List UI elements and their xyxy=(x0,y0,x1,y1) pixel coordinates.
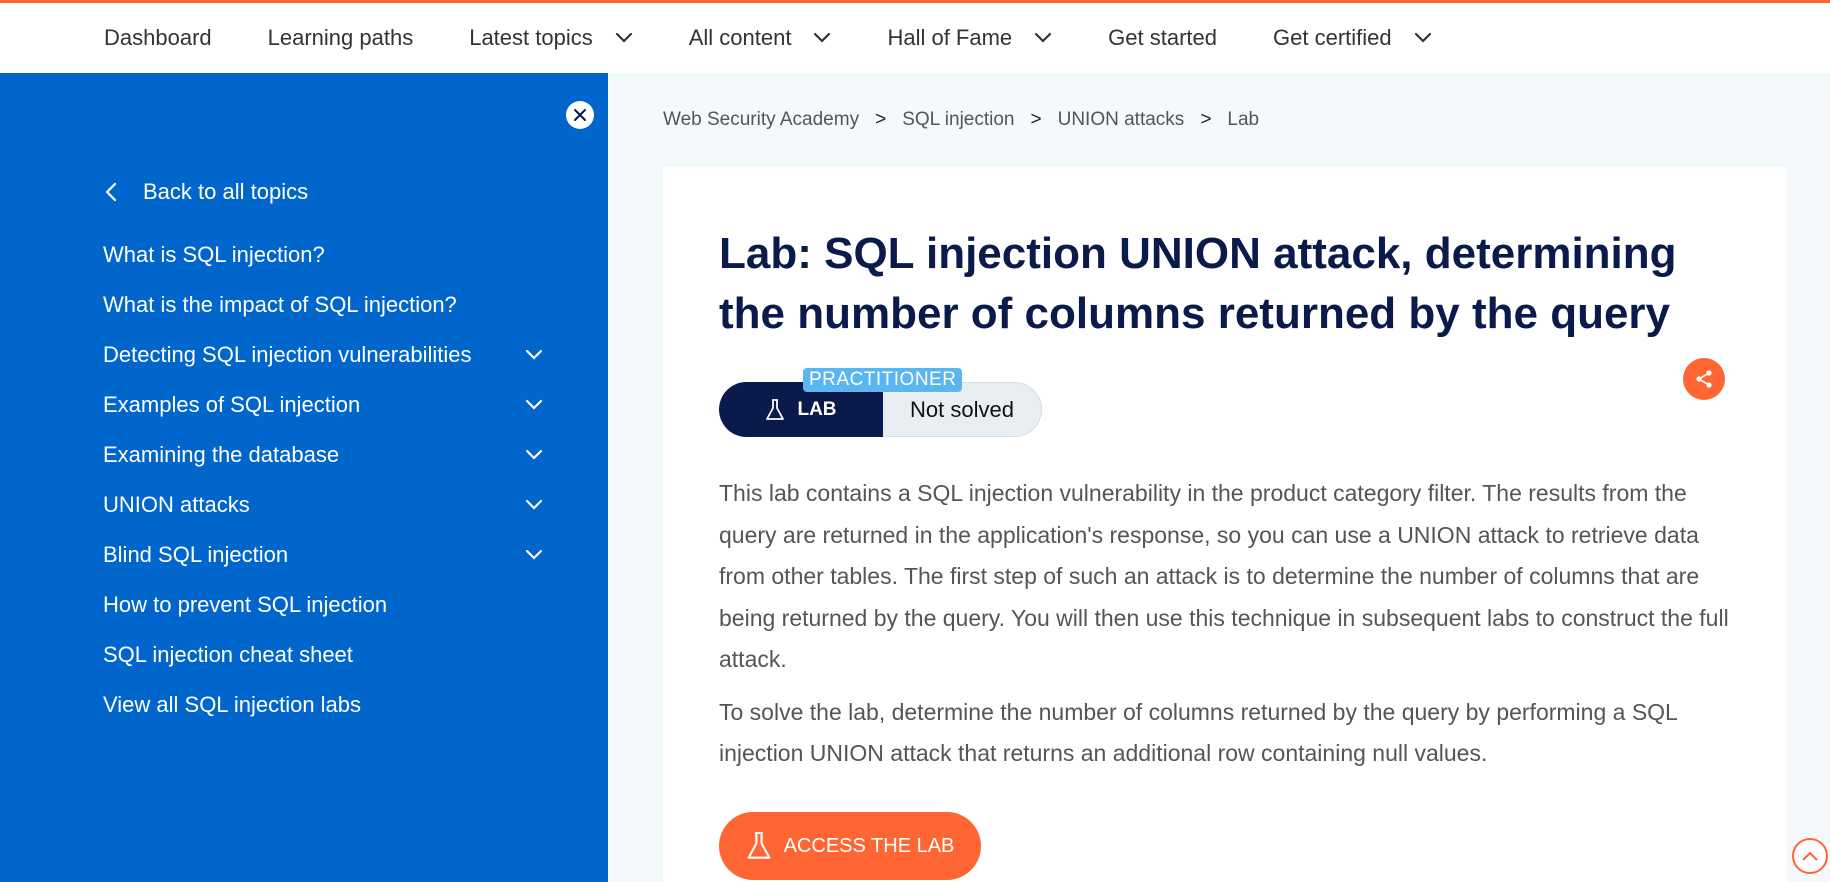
chevron-left-icon xyxy=(105,182,117,202)
share-button[interactable] xyxy=(1683,358,1725,400)
nav-item-label: Hall of Fame xyxy=(887,25,1013,50)
nav-item-get-certified[interactable]: Get certified xyxy=(1273,25,1432,51)
page-title: Lab: SQL injection UNION attack, determi… xyxy=(719,229,1677,338)
breadcrumb: Web Security Academy > SQL injection > UNION… xyxy=(663,109,1259,131)
scroll-to-top-button[interactable] xyxy=(1792,838,1828,874)
nav-item-hall-of-fame[interactable]: Hall of Fame xyxy=(887,25,1052,51)
lab-badge-label: LAB xyxy=(797,398,837,420)
description-paragraph: This lab contains a SQL injection vulner… xyxy=(719,480,1729,672)
chevron-down-icon xyxy=(525,349,543,360)
breadcrumb-item[interactable]: UNION attacks xyxy=(1058,109,1185,131)
sidebar-item-label: What is SQL injection? xyxy=(103,242,325,267)
sidebar-item-label: SQL injection cheat sheet xyxy=(103,642,353,667)
sidebar-item-view-all-sql-injection-labs[interactable]: View all SQL injection labs xyxy=(103,680,543,730)
sidebar-item-examining-the-database[interactable]: Examining the database xyxy=(103,430,543,480)
nav-item-all-content[interactable]: All content xyxy=(689,25,832,51)
access-lab-button[interactable]: ACCESS THE LAB xyxy=(719,812,981,880)
nav-item-label: Latest topics xyxy=(469,25,593,50)
sidebar-item-label: UNION attacks xyxy=(103,492,250,517)
sidebar-item-what-is-sql-injection[interactable]: What is SQL injection? xyxy=(103,230,543,280)
flask-icon xyxy=(747,831,771,859)
breadcrumb-separator: > xyxy=(1030,109,1042,130)
chevron-down-icon xyxy=(615,32,632,43)
breadcrumb-item[interactable]: Lab xyxy=(1227,109,1259,131)
nav-item-dashboard[interactable]: Dashboard xyxy=(104,25,212,51)
sidebar: Back to all topics What is SQL injection… xyxy=(0,73,608,882)
chevron-down-icon xyxy=(525,499,543,510)
breadcrumb-item[interactable]: SQL injection xyxy=(902,109,1014,131)
flask-icon xyxy=(766,398,785,420)
breadcrumb-item[interactable]: Web Security Academy xyxy=(663,109,859,131)
nav-item-learning-paths[interactable]: Learning paths xyxy=(268,25,414,51)
nav-item-get-started[interactable]: Get started xyxy=(1108,25,1217,51)
chevron-down-icon xyxy=(525,449,543,460)
chevron-down-icon xyxy=(1414,32,1431,43)
chevron-down-icon xyxy=(525,549,543,560)
chevron-down-icon xyxy=(1035,32,1052,43)
sidebar-item-union-attacks[interactable]: UNION attacks xyxy=(103,480,543,530)
main-nav: Dashboard Learning paths Latest topics All … xyxy=(104,25,1488,51)
sidebar-item-label: How to prevent SQL injection xyxy=(103,592,388,617)
sidebar-item-label: What is the impact of SQL injection? xyxy=(103,292,457,317)
close-sidebar-button[interactable] xyxy=(566,101,594,129)
nav-item-label: Dashboard xyxy=(104,25,212,50)
back-link-label: Back to all topics xyxy=(143,179,309,204)
share-icon xyxy=(1696,370,1712,388)
sidebar-item-detecting-sql-injection-vulnerabilities[interactable]: Detecting SQL injection vulnerabilities xyxy=(103,330,543,380)
nav-item-label: All content xyxy=(688,25,792,50)
chevron-down-icon xyxy=(814,32,831,43)
description-paragraph: To solve the lab, determine the number o… xyxy=(719,698,1677,767)
lab-description: This lab contains a SQL injection vulner… xyxy=(719,473,1739,786)
sidebar-item-examples-of-sql-injection[interactable]: Examples of SQL injection xyxy=(103,380,543,430)
sidebar-item-label: Detecting SQL injection vulnerabilities xyxy=(103,342,472,367)
chevron-up-icon xyxy=(1802,851,1818,861)
sidebar-item-label: View all SQL injection labs xyxy=(103,692,362,717)
sidebar-item-how-to-prevent-sql-injection[interactable]: How to prevent SQL injection xyxy=(103,580,543,630)
sidebar-item-label: Examples of SQL injection xyxy=(103,392,361,417)
nav-item-label: Learning paths xyxy=(267,25,414,50)
level-badge: PRACTITIONER xyxy=(803,368,963,392)
sidebar-menu: What is SQL injection? What is the impact… xyxy=(103,230,543,730)
nav-item-label: Get certified xyxy=(1273,25,1392,50)
back-to-topics-link[interactable]: Back to all topics xyxy=(104,179,308,205)
access-lab-label: ACCESS THE LAB xyxy=(783,834,955,857)
sidebar-item-blind-sql-injection[interactable]: Blind SQL injection xyxy=(103,530,543,580)
sidebar-item-sql-injection-cheat-sheet[interactable]: SQL injection cheat sheet xyxy=(103,630,543,680)
breadcrumb-separator: > xyxy=(875,109,887,130)
sidebar-item-label: Blind SQL injection xyxy=(103,542,289,567)
close-icon xyxy=(574,109,586,121)
lab-status-badge: LAB Not solved PRACTITIONER xyxy=(719,368,1042,437)
top-navbar: Dashboard Learning paths Latest topics All … xyxy=(0,0,1830,73)
nav-item-latest-topics[interactable]: Latest topics xyxy=(469,25,633,51)
nav-item-label: Get started xyxy=(1108,25,1218,50)
sidebar-item-what-is-the-impact-of-sql-injection[interactable]: What is the impact of SQL injection? xyxy=(103,280,543,330)
chevron-down-icon xyxy=(525,399,543,410)
breadcrumb-separator: > xyxy=(1200,109,1212,130)
sidebar-item-label: Examining the database xyxy=(103,442,340,467)
lab-card: Lab: SQL injection UNION attack, determi… xyxy=(663,167,1787,882)
